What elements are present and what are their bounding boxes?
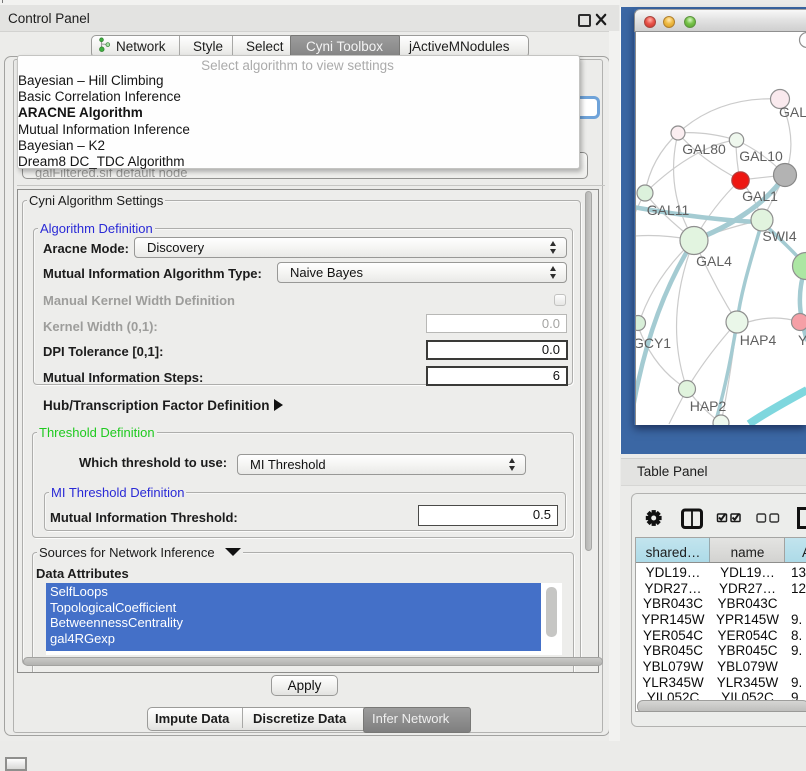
svg-text:HAP2: HAP2 — [690, 398, 727, 414]
svg-text:HAP4: HAP4 — [740, 332, 777, 348]
svg-text:GAL11: GAL11 — [647, 202, 690, 218]
svg-text:GAL10: GAL10 — [739, 148, 783, 164]
svg-text:SWI4: SWI4 — [762, 228, 796, 244]
svg-text:GAL1: GAL1 — [742, 188, 778, 204]
svg-text:GAL2: GAL2 — [779, 104, 806, 120]
svg-text:GAL4: GAL4 — [696, 253, 732, 269]
svg-text:GAL80: GAL80 — [682, 141, 726, 157]
svg-text:YM: YM — [798, 332, 806, 348]
svg-text:GCY1: GCY1 — [636, 335, 671, 351]
